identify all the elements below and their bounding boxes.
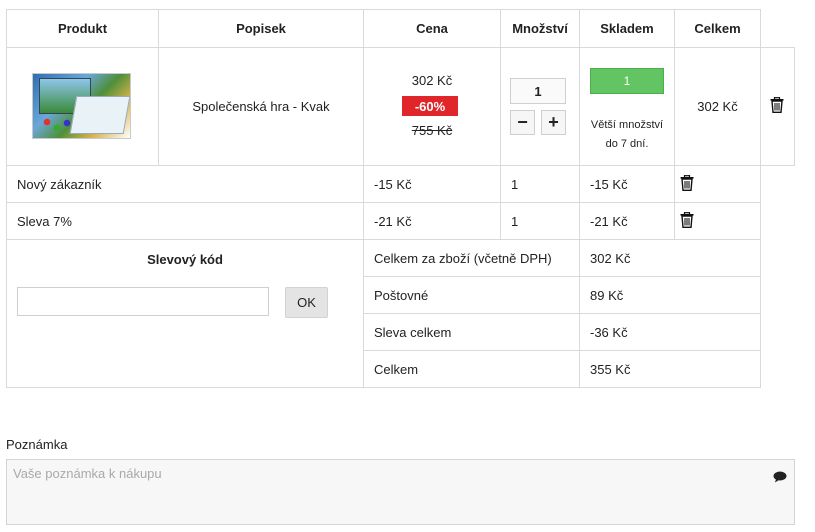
summary-label: Celkem: [374, 361, 419, 377]
discount-row-label: Nový zákazník: [17, 176, 102, 192]
discount-row-label: Sleva 7%: [17, 213, 72, 229]
summary-label-cell: Celkem: [363, 350, 580, 388]
product-pieces-art: [43, 118, 73, 134]
product-board-art: [69, 96, 131, 134]
trash-icon[interactable]: [680, 212, 694, 228]
summary-label-cell: Sleva celkem: [363, 313, 580, 351]
stock-note: Větší množství do 7 dní.: [585, 116, 669, 154]
discount-row-total: -21 Kč: [590, 213, 628, 229]
discount-row-total-cell: -21 Kč: [579, 202, 675, 240]
quantity-input[interactable]: 1: [510, 78, 566, 104]
summary-label: Sleva celkem: [374, 324, 452, 340]
discount-row-price-cell: -21 Kč: [363, 202, 501, 240]
summary-label-cell: Poštovné: [363, 276, 580, 314]
stock-note-line1: Větší množství: [590, 119, 664, 131]
header-price: Cena: [363, 9, 501, 48]
discount-row-total-cell: -15 Kč: [579, 165, 675, 203]
quantity-decrease-button[interactable]: −: [510, 110, 535, 135]
product-old-price: 755 Kč: [411, 123, 453, 138]
discount-row-price: -21 Kč: [374, 213, 412, 229]
summary-value: 355 Kč: [590, 361, 631, 377]
discount-row-label-cell: Sleva 7%: [6, 202, 364, 240]
product-price: 302 Kč: [411, 73, 453, 88]
header-stock-label: Skladem: [600, 21, 654, 36]
discount-row-quantity-cell: 1: [500, 202, 580, 240]
coupon-ok-button[interactable]: OK: [285, 287, 328, 318]
summary-label: Poštovné: [374, 287, 429, 303]
discount-row-total: -15 Kč: [590, 176, 628, 192]
summary-value: 89 Kč: [590, 287, 624, 303]
summary-label: Celkem za zboží (včetně DPH): [374, 250, 552, 266]
stock-indicator: 1: [590, 68, 664, 94]
discount-row-price: -15 Kč: [374, 176, 412, 192]
discount-row-quantity: 1: [511, 176, 519, 192]
product-thumbnail[interactable]: [32, 73, 131, 139]
summary-label-cell: Celkem za zboží (včetně DPH): [363, 239, 580, 277]
summary-value-cell: 89 Kč: [579, 276, 761, 314]
header-product-label: Produkt: [57, 21, 108, 36]
plus-icon: +: [548, 112, 559, 132]
minus-icon: −: [517, 112, 528, 132]
summary-value: 302 Kč: [590, 250, 631, 266]
coupon-input[interactable]: [17, 287, 269, 316]
header-description-label: Popisek: [236, 21, 286, 36]
product-quantity-cell: [500, 47, 580, 166]
header-quantity-label: Množství: [512, 21, 568, 36]
discount-row-label-cell: Nový zákazník: [6, 165, 364, 203]
header-quantity: Množství: [500, 9, 580, 48]
header-total: Celkem: [674, 9, 761, 48]
header-product: Produkt: [6, 9, 159, 48]
note-placeholder: Vaše poznámka k nákupu: [13, 466, 162, 481]
product-total-cell: 302 Kč: [674, 47, 761, 166]
speech-bubble-icon: [773, 471, 787, 483]
discount-badge: -60%: [402, 96, 458, 116]
summary-value-cell: 355 Kč: [579, 350, 761, 388]
summary-value: -36 Kč: [590, 324, 628, 340]
note-label: Poznámka: [6, 437, 68, 452]
product-total: 302 Kč: [697, 99, 738, 114]
coupon-title: Slevový kód: [147, 252, 223, 267]
discount-row-quantity-cell: 1: [500, 165, 580, 203]
trash-icon[interactable]: [770, 97, 784, 113]
stock-note-line2: do 7 dní.: [605, 138, 649, 150]
discount-row-quantity: 1: [511, 213, 519, 229]
summary-value-cell: 302 Kč: [579, 239, 761, 277]
trash-icon[interactable]: [680, 175, 694, 191]
note-textarea[interactable]: Vaše poznámka k nákupu: [6, 459, 795, 525]
header-stock: Skladem: [579, 9, 675, 48]
header-description: Popisek: [158, 9, 364, 48]
header-total-label: Celkem: [694, 21, 741, 36]
quantity-increase-button[interactable]: +: [541, 110, 566, 135]
discount-row-price-cell: -15 Kč: [363, 165, 501, 203]
summary-value-cell: -36 Kč: [579, 313, 761, 351]
header-price-label: Cena: [416, 21, 448, 36]
product-name-cell: Společenská hra - Kvak: [158, 47, 364, 166]
product-name[interactable]: Společenská hra - Kvak: [192, 99, 329, 114]
